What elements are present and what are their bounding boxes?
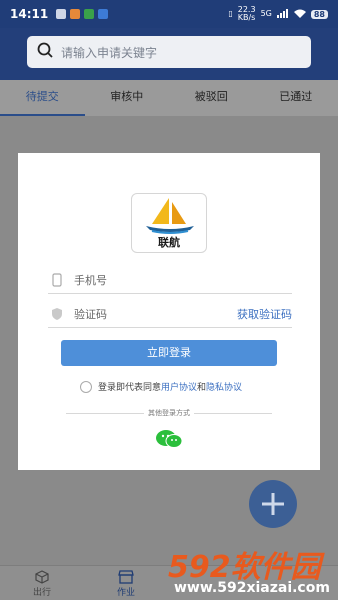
divider-line [194,412,272,414]
nav-item-work[interactable]: 作业 [84,566,168,600]
login-button[interactable]: 立即登录 [61,340,277,366]
app-notification-icon [98,9,109,19]
code-placeholder: 验证码 [74,307,107,321]
nav-item-travel[interactable]: 出行 [0,566,84,600]
app-notification-icon [84,9,95,19]
privacy-policy-link[interactable]: 隐私协议 [206,380,242,393]
usb-icon [56,9,67,19]
other-login-divider: 其他登录方式 [66,407,272,419]
shield-icon [48,307,66,321]
nav-label-work: 作业 [116,588,135,598]
wechat-icon[interactable] [155,429,183,449]
watermark: 592软件园 www.592xiazai.com [160,540,338,600]
tab-approved[interactable]: 已通过 [254,80,338,116]
phone-field[interactable]: 手机号 [48,266,292,294]
sailboat-icon [146,198,194,234]
search-icon [37,42,53,62]
plus-icon [262,493,284,515]
battery-level: 88 [310,9,328,19]
tab-rejected[interactable]: 被驳回 [169,80,254,116]
status-tabs: 待提交 审核中 被驳回 已通过 [0,80,338,116]
watermark-url: www.592xiazai.com [174,580,330,596]
get-code-button[interactable]: 获取验证码 [237,306,292,322]
search-input[interactable]: 请输入申请关键字 [27,36,311,68]
add-button[interactable] [249,480,297,528]
nav-label-travel: 出行 [32,588,51,598]
status-bar: 14:11 ▯ 22.3 KB/s 5G 88 [0,0,338,28]
phone-icon [48,272,66,287]
status-notification-icons [56,9,109,19]
box-icon [35,570,49,584]
app-logo: 联航 [131,193,207,253]
app-name: 联航 [158,236,180,249]
status-system-icons: ▯ 22.3 KB/s 5G 88 [228,6,328,22]
vibrate-icon: ▯ [228,9,233,18]
agreement-row: 登录即代表同意 用户协议 和 隐私协议 [80,380,242,393]
other-login-label: 其他登录方式 [148,409,190,417]
agreement-prefix: 登录即代表同意 [98,383,162,393]
status-time: 14:11 [10,7,49,21]
signal-icon [276,8,289,21]
network-speed: 22.3 KB/s [237,5,256,22]
agreement-and: 和 [197,383,207,393]
app-notification-icon [70,9,81,19]
signal-label: 5G [260,9,272,18]
phone-placeholder: 手机号 [74,273,107,287]
tab-under-review[interactable]: 审核中 [85,80,170,116]
store-icon [118,570,134,584]
user-agreement-link[interactable]: 用户协议 [161,380,197,393]
wifi-icon [293,8,306,21]
agreement-checkbox[interactable] [80,380,92,393]
search-placeholder: 请输入申请关键字 [61,45,158,60]
login-dialog: 联航 手机号 验证码 获取验证码 立即登录 登录即代表同意 用户协议 和 隐私协… [18,153,320,470]
divider-line [66,412,144,414]
tab-pending-submit[interactable]: 待提交 [0,80,85,116]
app-header: 请输入申请关键字 [0,28,338,80]
verification-code-field[interactable]: 验证码 获取验证码 [48,300,292,328]
